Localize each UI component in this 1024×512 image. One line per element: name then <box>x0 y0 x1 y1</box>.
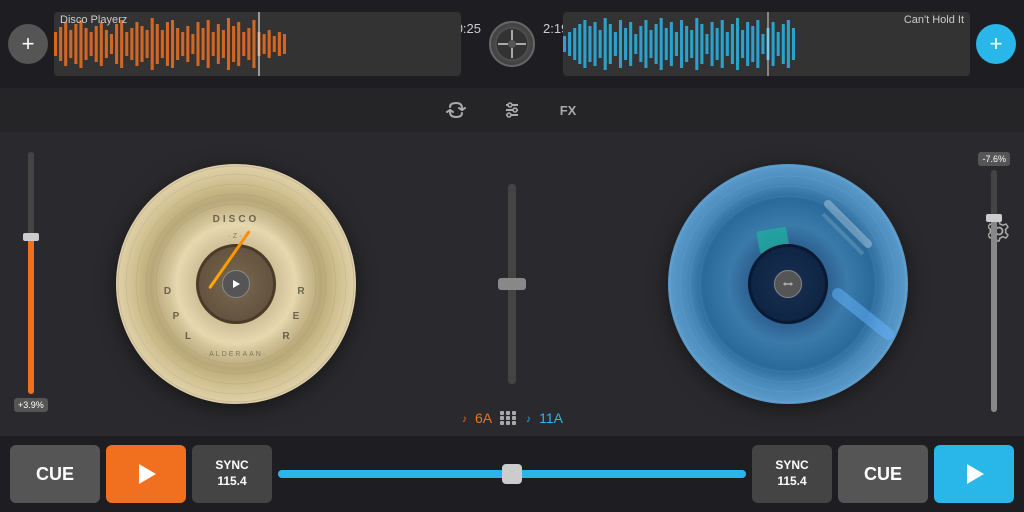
sync-bpm-right: 115.4 <box>752 474 832 490</box>
vinyl-center-play-right[interactable] <box>774 270 802 298</box>
key-left: ♪ 6A <box>461 410 492 426</box>
music-note-icon-left: ♪ <box>461 412 473 424</box>
sync-bpm-left: 115.4 <box>192 474 272 490</box>
svg-text:P: P <box>173 311 180 322</box>
pitch-value-right: -7.6% <box>978 152 1010 166</box>
svg-text:·ALDERAAN·: ·ALDERAAN· <box>205 351 267 358</box>
center-controls: 0:25 2:19 <box>467 21 557 67</box>
bottom-bar: CUE SYNC 115.4 SYNC 115.4 CUE <box>0 436 1024 512</box>
svg-text:R: R <box>297 286 305 297</box>
waveform-left[interactable]: Disco Playerz <box>54 12 461 76</box>
loop-icon <box>446 100 466 120</box>
eq-button[interactable] <box>496 94 528 126</box>
play-icon-right <box>962 462 986 486</box>
svg-text:E: E <box>293 311 300 322</box>
mid-controls-bar: FX <box>0 88 1024 132</box>
deck-right <box>552 132 1024 436</box>
key-info: ♪ 6A ♪ 11A <box>461 410 563 426</box>
play-icon-left <box>134 462 158 486</box>
sync-label-left: SYNC <box>192 458 272 474</box>
svg-text:♪: ♪ <box>462 414 467 424</box>
vinyl-label-left <box>196 244 276 324</box>
add-track-left-button[interactable]: + <box>8 24 48 64</box>
sync-label-right: SYNC <box>752 458 832 474</box>
top-bar: + Disco Playerz 0:25 <box>0 0 1024 88</box>
waveform-right[interactable]: Can't Hold It <box>563 12 970 76</box>
play-button-left[interactable] <box>106 445 186 503</box>
track-name-left: Disco Playerz <box>60 14 127 26</box>
turntable-left[interactable]: DISCO ·Z· D P L R E R ·ALDERAAN· <box>116 164 356 404</box>
vinyl-center-play-left[interactable] <box>222 270 250 298</box>
svg-text:DISCO: DISCO <box>213 214 260 225</box>
add-track-right-button[interactable]: + <box>976 24 1016 64</box>
svg-text:D: D <box>164 286 172 297</box>
play-button-right[interactable] <box>934 445 1014 503</box>
vinyl-label-right <box>748 244 828 324</box>
crossfader[interactable] <box>278 470 746 478</box>
volume-slider-right[interactable]: -7.6% <box>978 152 1010 412</box>
music-note-icon-right: ♪ <box>525 412 537 424</box>
pitch-slider-center[interactable] <box>508 184 516 384</box>
sync-button-right[interactable]: SYNC 115.4 <box>752 445 832 503</box>
svg-text:R: R <box>282 331 290 342</box>
fx-button[interactable]: FX <box>552 94 584 126</box>
key-right: ♪ 11A <box>525 410 563 426</box>
loop-button[interactable] <box>440 94 472 126</box>
cue-button-left[interactable]: CUE <box>10 445 100 503</box>
deck-left: DISCO ·Z· D P L R E R ·ALDERAAN· <box>0 132 472 436</box>
cue-button-right[interactable]: CUE <box>838 445 928 503</box>
dj-area: +3.9% DISCO ·Z· D P L R E R ·ALDERAAN· <box>0 132 1024 436</box>
crossfader-area <box>278 470 746 478</box>
time-display: 0:25 2:19 <box>456 21 569 67</box>
vinyl-spin-icon <box>489 21 535 67</box>
eq-icon <box>502 100 522 120</box>
crossfader-right-fill <box>521 470 746 478</box>
turntable-right[interactable] <box>668 164 908 404</box>
crossfader-left-fill <box>278 470 503 478</box>
sync-button-left[interactable]: SYNC 115.4 <box>192 445 272 503</box>
center-column <box>472 132 552 436</box>
svg-text:♪: ♪ <box>526 414 531 424</box>
track-name-right: Can't Hold It <box>904 14 964 26</box>
svg-text:L: L <box>185 331 191 342</box>
grid-view-icon[interactable] <box>500 411 517 425</box>
crossfader-thumb[interactable] <box>502 464 522 484</box>
